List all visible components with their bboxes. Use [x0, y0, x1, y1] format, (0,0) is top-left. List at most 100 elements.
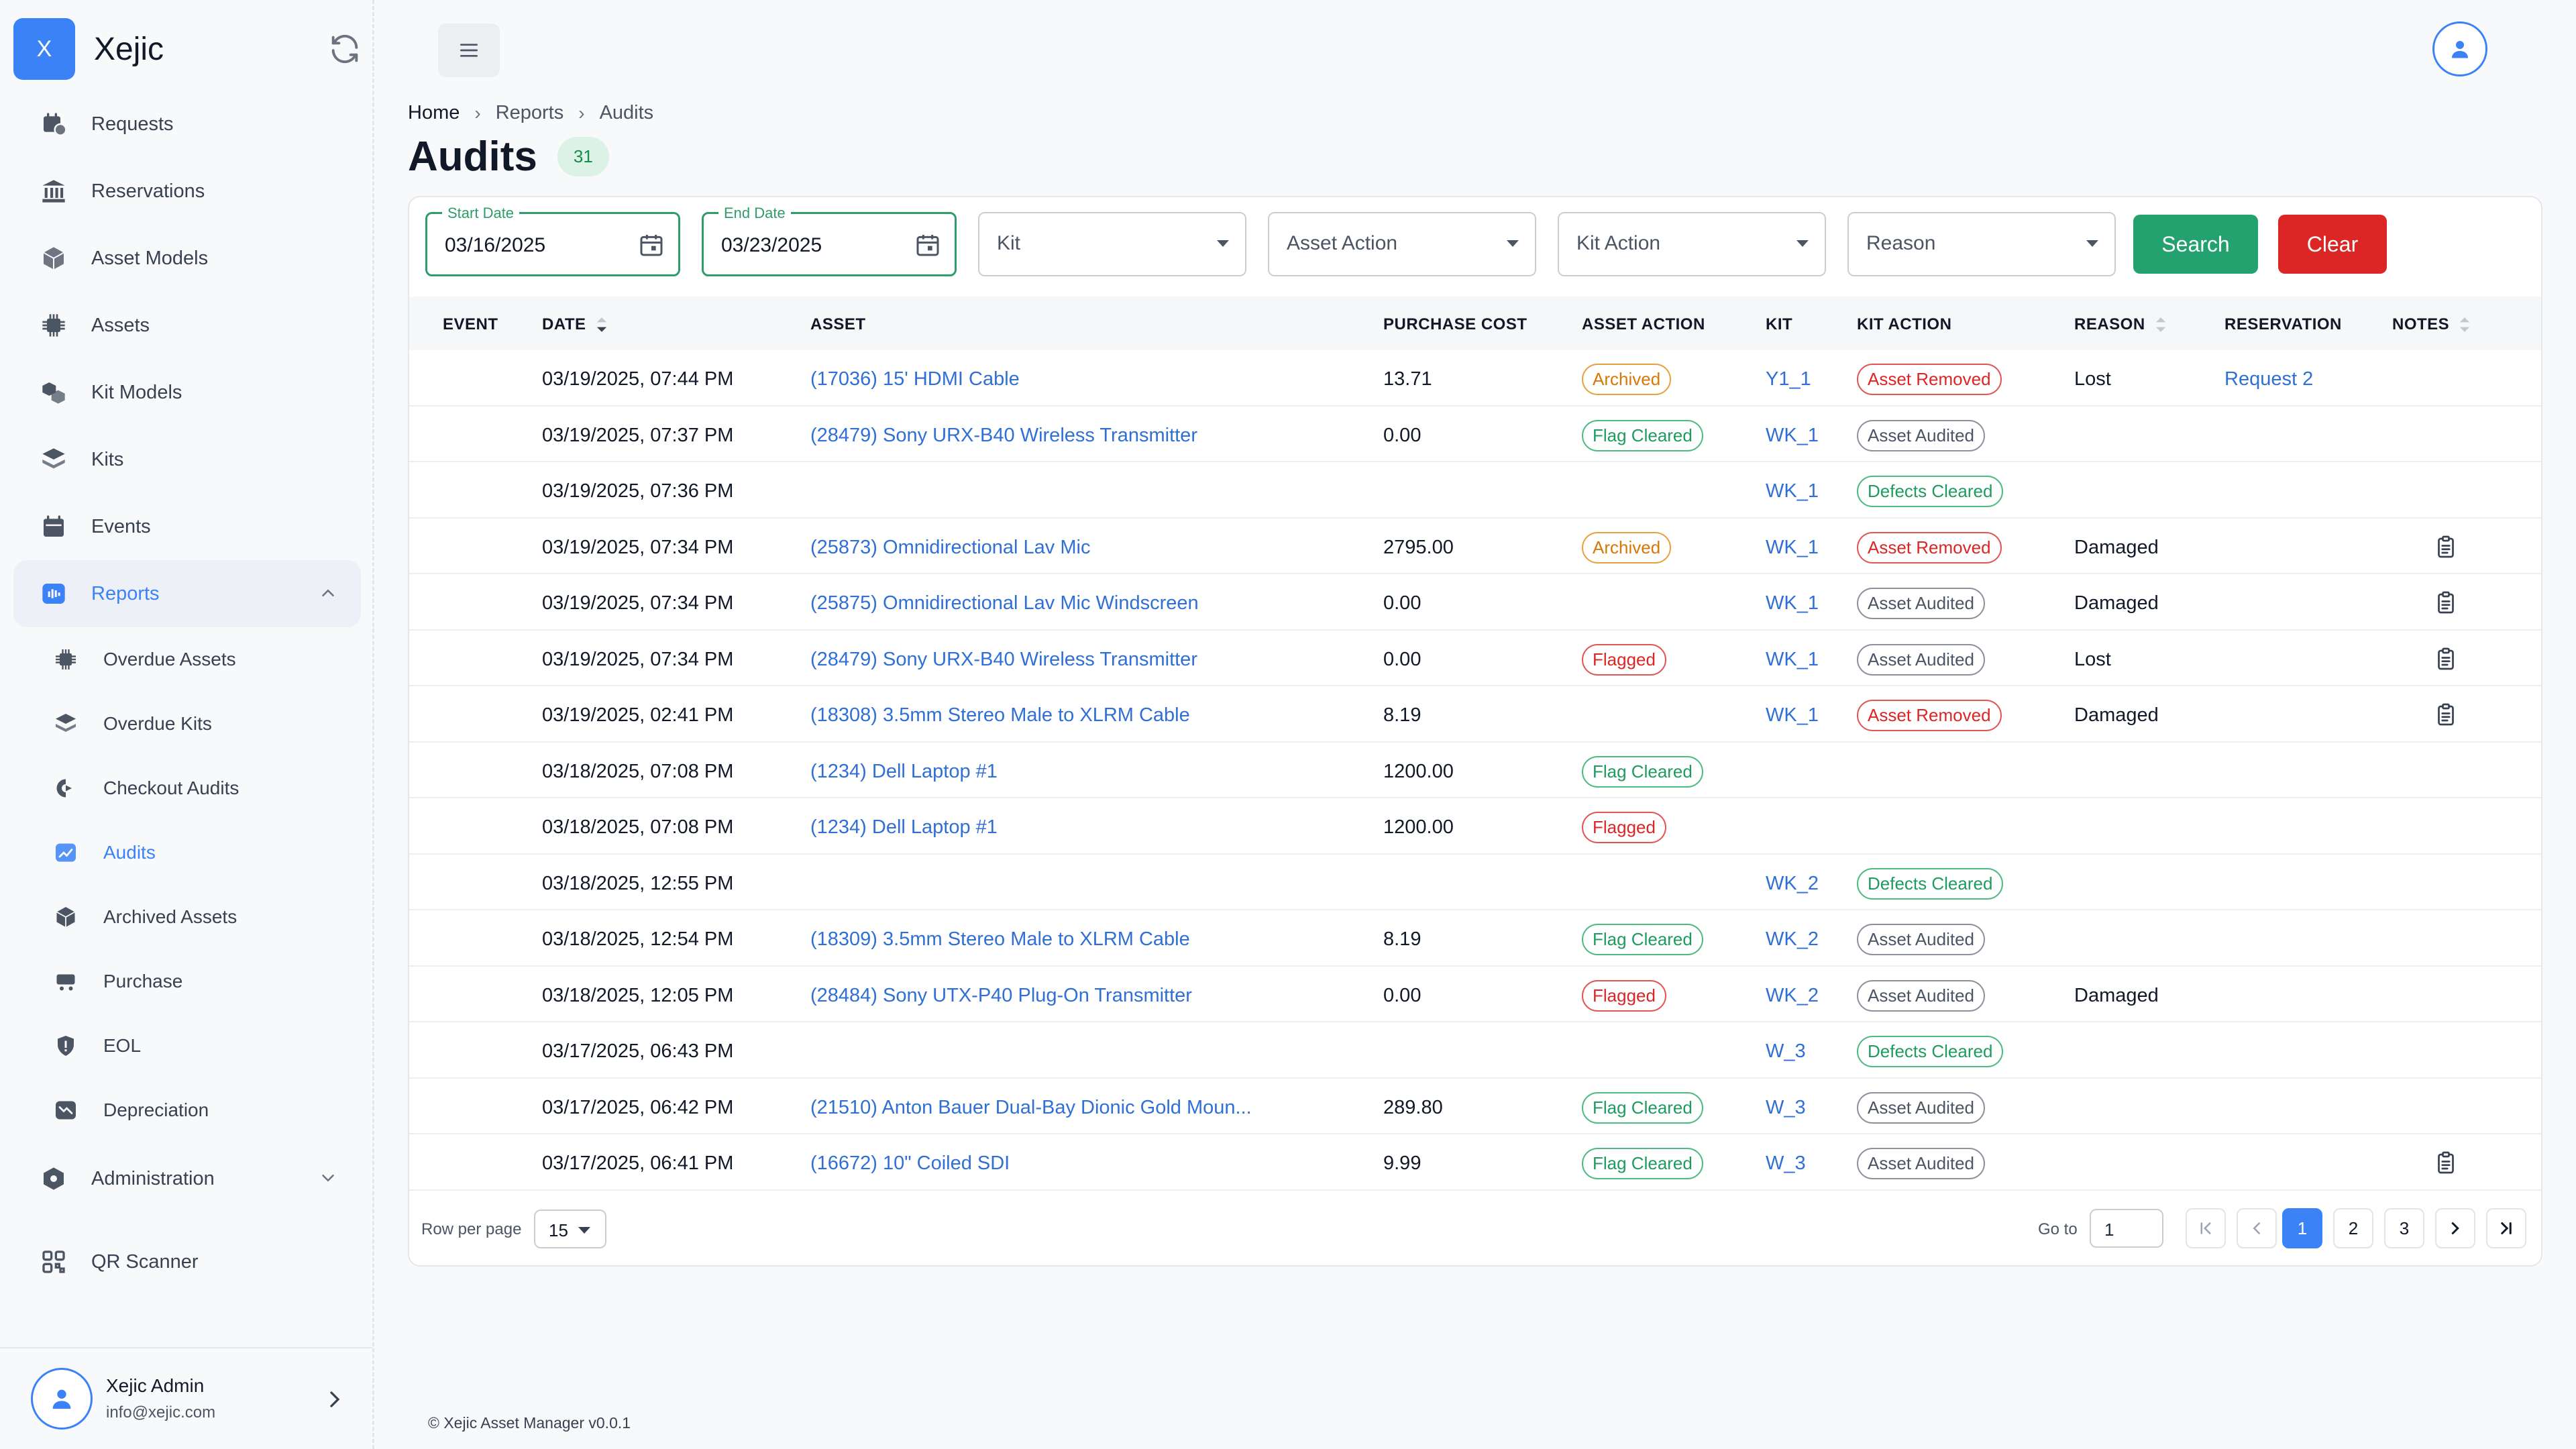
- caret-down-icon: [578, 1227, 590, 1234]
- cell-asset-link[interactable]: (25875) Omnidirectional Lav Mic Windscre…: [810, 592, 1199, 614]
- sidebar-item-asset-models[interactable]: Asset Models: [13, 225, 361, 292]
- prev-page-button[interactable]: [2237, 1208, 2277, 1248]
- cell-asset-link[interactable]: (28479) Sony URX-B40 Wireless Transmitte…: [810, 425, 1197, 447]
- reason-select[interactable]: Reason: [1847, 212, 2116, 276]
- cell-kit-link[interactable]: WK_1: [1766, 425, 1819, 447]
- chevron-up-icon[interactable]: [318, 583, 338, 603]
- avatar[interactable]: [31, 1368, 93, 1430]
- calendar-icon[interactable]: [638, 231, 665, 258]
- user-profile[interactable]: Xejic Admin info@xejic.com: [0, 1347, 372, 1449]
- cell-asset-link[interactable]: (18309) 3.5mm Stereo Male to XLRM Cable: [810, 928, 1190, 951]
- column-date[interactable]: DATE: [542, 315, 608, 334]
- clipboard-note-icon[interactable]: [2434, 589, 2458, 616]
- asset-action-badge: Flag Cleared: [1582, 924, 1703, 955]
- sidebar-subitem-audits[interactable]: Audits: [13, 820, 361, 885]
- chevron-down-icon[interactable]: [318, 1168, 338, 1188]
- sort-desc-icon[interactable]: [596, 316, 608, 333]
- cell-kit-link[interactable]: Y1_1: [1766, 368, 1811, 390]
- breadcrumb-reports[interactable]: Reports: [496, 102, 564, 124]
- cell-purchase-cost: 0.00: [1383, 592, 1421, 614]
- cell-asset-link[interactable]: (18308) 3.5mm Stereo Male to XLRM Cable: [810, 704, 1190, 727]
- chevron-right-icon[interactable]: [321, 1386, 348, 1413]
- sidebar-item-reports[interactable]: Reports: [13, 560, 361, 627]
- asset-action-select[interactable]: Asset Action: [1268, 212, 1536, 276]
- cell-kit-link[interactable]: W_3: [1766, 1040, 1806, 1063]
- column-asset[interactable]: ASSET: [810, 315, 866, 334]
- next-page-button[interactable]: [2435, 1208, 2475, 1248]
- cell-kit-link[interactable]: WK_1: [1766, 537, 1819, 559]
- cell-kit-link[interactable]: WK_1: [1766, 649, 1819, 671]
- account-avatar-button[interactable]: [2432, 21, 2487, 76]
- cell-purchase-cost: 0.00: [1383, 984, 1421, 1006]
- sort-icon[interactable]: [2459, 316, 2471, 333]
- column-reservation[interactable]: RESERVATION: [2224, 315, 2342, 334]
- calendar-icon[interactable]: [914, 231, 941, 258]
- sidebar-subitem-depreciation[interactable]: Depreciation: [13, 1078, 361, 1142]
- table-row: 03/19/2025, 07:37 PM (28479) Sony URX-B40…: [409, 407, 2541, 462]
- sidebar-item-requests[interactable]: Requests: [13, 91, 361, 158]
- cell-asset-link[interactable]: (1234) Dell Laptop #1: [810, 816, 998, 839]
- goto-page-input[interactable]: 1: [2090, 1209, 2163, 1248]
- sidebar-subitem-checkout-audits[interactable]: Checkout Audits: [13, 756, 361, 820]
- sidebar-item-reservations[interactable]: Reservations: [13, 158, 361, 225]
- cell-kit-link[interactable]: W_3: [1766, 1152, 1806, 1175]
- cell-kit-link[interactable]: WK_2: [1766, 985, 1819, 1007]
- column-asset-action[interactable]: ASSET ACTION: [1582, 315, 1705, 334]
- menu-toggle-button[interactable]: [438, 23, 500, 77]
- sidebar-subitem-archived-assets[interactable]: Archived Assets: [13, 885, 361, 949]
- asset-action-badge: Flag Cleared: [1582, 755, 1703, 788]
- sort-icon[interactable]: [2155, 316, 2167, 333]
- end-date-field[interactable]: End Date 03/23/2025: [702, 205, 957, 276]
- sidebar-item-kits[interactable]: Kits: [13, 426, 361, 493]
- cell-asset-link[interactable]: (17036) 15' HDMI Cable: [810, 368, 1020, 390]
- refresh-icon[interactable]: [327, 32, 362, 66]
- kit-select[interactable]: Kit: [978, 212, 1246, 276]
- cell-kit-link[interactable]: WK_1: [1766, 592, 1819, 614]
- cell-kit-link[interactable]: WK_1: [1766, 704, 1819, 727]
- kit-action-badge: Asset Removed: [1857, 700, 2002, 731]
- column-kit[interactable]: KIT: [1766, 315, 1792, 334]
- first-page-button[interactable]: [2186, 1208, 2226, 1248]
- cell-asset-link[interactable]: (28484) Sony UTX-P40 Plug-On Transmitter: [810, 985, 1192, 1007]
- column-purchase-cost[interactable]: PURCHASE COST: [1383, 315, 1527, 334]
- rows-per-page-select[interactable]: 15: [534, 1210, 606, 1248]
- cell-kit-link[interactable]: WK_1: [1766, 480, 1819, 502]
- last-page-button[interactable]: [2486, 1208, 2526, 1248]
- page-button-1[interactable]: 1: [2282, 1208, 2322, 1248]
- column-kit-action[interactable]: KIT ACTION: [1857, 315, 1951, 334]
- sidebar-item-qr-scanner[interactable]: QR Scanner: [13, 1228, 361, 1295]
- kit-action-select[interactable]: Kit Action: [1558, 212, 1826, 276]
- cell-asset-link[interactable]: (16672) 10" Coiled SDI: [810, 1152, 1010, 1175]
- page-button-3[interactable]: 3: [2384, 1208, 2424, 1248]
- column-notes[interactable]: NOTES: [2392, 315, 2471, 334]
- sidebar-subitem-purchase[interactable]: Purchase: [13, 949, 361, 1014]
- cell-asset-link[interactable]: (1234) Dell Laptop #1: [810, 761, 998, 783]
- clipboard-note-icon[interactable]: [2434, 701, 2458, 728]
- table-row: 03/18/2025, 07:08 PM (1234) Dell Laptop #…: [409, 798, 2541, 855]
- app-logo[interactable]: X: [13, 18, 75, 80]
- breadcrumb-home[interactable]: Home: [408, 102, 460, 124]
- sidebar-item-events[interactable]: Events: [13, 493, 361, 560]
- sidebar-item-administration[interactable]: Administration: [13, 1145, 361, 1212]
- cell-asset-link[interactable]: (25873) Omnidirectional Lav Mic: [810, 537, 1090, 559]
- cell-kit-link[interactable]: WK_2: [1766, 873, 1819, 895]
- cell-reservation-link[interactable]: Request 2: [2224, 368, 2313, 390]
- page-button-2[interactable]: 2: [2333, 1208, 2373, 1248]
- search-button[interactable]: Search: [2133, 215, 2258, 274]
- sidebar-subitem-eol[interactable]: EOL: [13, 1014, 361, 1078]
- clipboard-note-icon[interactable]: [2434, 645, 2458, 672]
- clipboard-note-icon[interactable]: [2434, 533, 2458, 560]
- sidebar-item-assets[interactable]: Assets: [13, 292, 361, 359]
- cell-asset-link[interactable]: (21510) Anton Bauer Dual-Bay Dionic Gold…: [810, 1097, 1252, 1119]
- cell-asset-link[interactable]: (28479) Sony URX-B40 Wireless Transmitte…: [810, 649, 1197, 671]
- clear-button[interactable]: Clear: [2278, 215, 2387, 274]
- cell-kit-link[interactable]: WK_2: [1766, 928, 1819, 951]
- sidebar-subitem-overdue-assets[interactable]: Overdue Assets: [13, 627, 361, 692]
- sidebar-item-kit-models[interactable]: Kit Models: [13, 359, 361, 426]
- start-date-field[interactable]: Start Date 03/16/2025: [425, 205, 680, 276]
- sidebar-subitem-overdue-kits[interactable]: Overdue Kits: [13, 692, 361, 756]
- column-event[interactable]: EVENT: [443, 315, 498, 334]
- column-reason[interactable]: REASON: [2074, 315, 2167, 334]
- cell-kit-link[interactable]: W_3: [1766, 1097, 1806, 1119]
- clipboard-note-icon[interactable]: [2434, 1149, 2458, 1176]
